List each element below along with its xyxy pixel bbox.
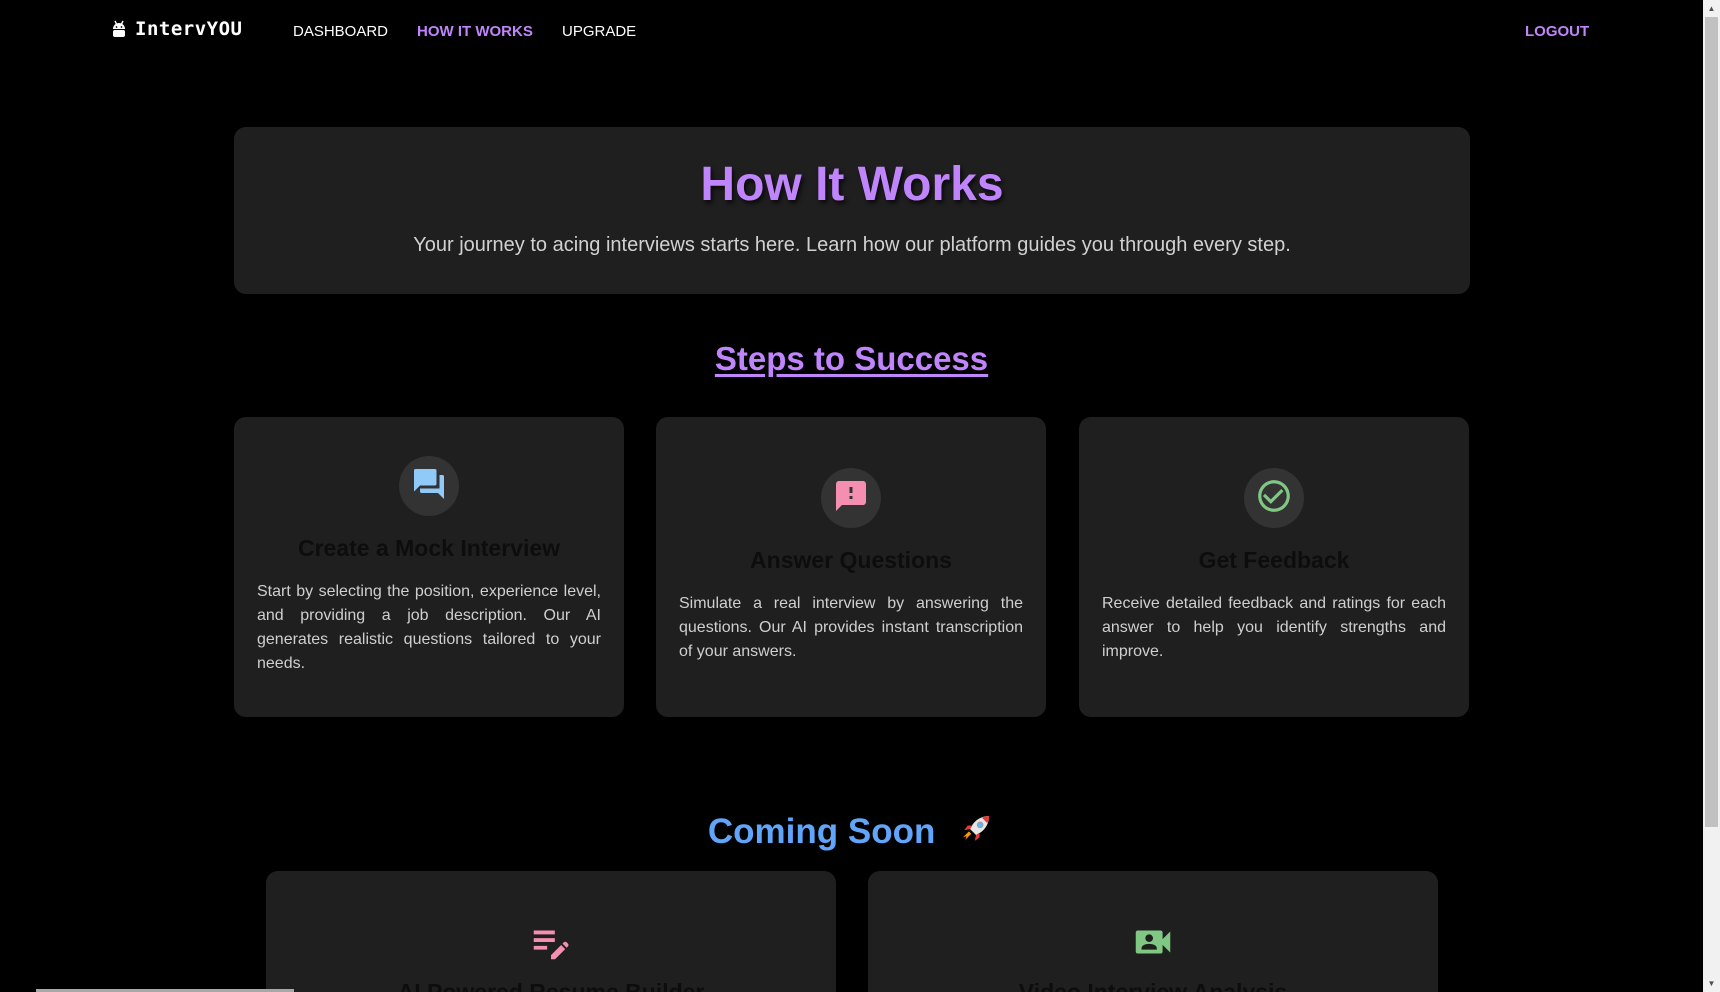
step-title: Get Feedback (1198, 547, 1350, 573)
check-circle-icon (1255, 477, 1293, 520)
coming-soon-title: AI Powered Resume Builder (397, 979, 705, 992)
scroll-down-arrow-icon[interactable]: ▼ (1703, 975, 1720, 992)
coming-soon-heading: Coming Soon (0, 810, 1703, 857)
step-card-get-feedback: Get Feedback Receive detailed feedback a… (1079, 417, 1469, 717)
scroll-up-arrow-icon[interactable]: ▲ (1703, 0, 1720, 17)
top-navbar: IntervYOU DASHBOARD HOW IT WORKS UPGRADE… (0, 0, 1703, 62)
steps-heading[interactable]: Steps to Success (0, 340, 1703, 378)
coming-soon-card-resume-builder: AI Powered Resume Builder (266, 871, 836, 992)
logout-button[interactable]: LOGOUT (1525, 23, 1589, 40)
rocket-icon (957, 810, 995, 857)
page: IntervYOU DASHBOARD HOW IT WORKS UPGRADE… (0, 0, 1703, 992)
feedback-message-icon (833, 478, 869, 519)
nav-link-how-it-works[interactable]: HOW IT WORKS (417, 23, 533, 40)
step-card-create-mock-interview: Create a Mock Interview Start by selecti… (234, 417, 624, 717)
vertical-scrollbar-thumb[interactable] (1705, 17, 1718, 827)
android-icon (111, 19, 127, 39)
brand-logo[interactable]: IntervYOU (111, 18, 242, 40)
coming-soon-label: Coming Soon (707, 811, 936, 851)
step-icon-badge (821, 468, 881, 528)
step-card-answer-questions: Answer Questions Simulate a real intervi… (656, 417, 1046, 717)
page-title: How It Works (700, 158, 1004, 211)
hero-subtitle: Your journey to acing interviews starts … (413, 234, 1291, 256)
step-icon-badge (399, 456, 459, 516)
nav-link-upgrade[interactable]: UPGRADE (562, 23, 636, 40)
edit-note-icon (528, 919, 574, 970)
vertical-scrollbar[interactable]: ▲ ▼ (1703, 0, 1720, 992)
step-description: Start by selecting the position, experie… (257, 583, 601, 672)
step-title: Answer Questions (750, 547, 952, 573)
video-camera-icon (1130, 919, 1176, 970)
step-title: Create a Mock Interview (297, 535, 561, 561)
step-description: Receive detailed feedback and ratings fo… (1102, 595, 1446, 660)
chat-bubbles-icon (411, 466, 447, 507)
step-icon-badge (1244, 468, 1304, 528)
coming-soon-card-video-analysis: Video Interview Analysis (868, 871, 1438, 992)
coming-soon-title: Video Interview Analysis (1018, 979, 1288, 992)
nav-link-dashboard[interactable]: DASHBOARD (293, 23, 388, 40)
brand-name: IntervYOU (135, 18, 243, 40)
hero-card: How It Works Your journey to acing inter… (234, 127, 1470, 294)
step-description: Simulate a real interview by answering t… (679, 595, 1023, 660)
